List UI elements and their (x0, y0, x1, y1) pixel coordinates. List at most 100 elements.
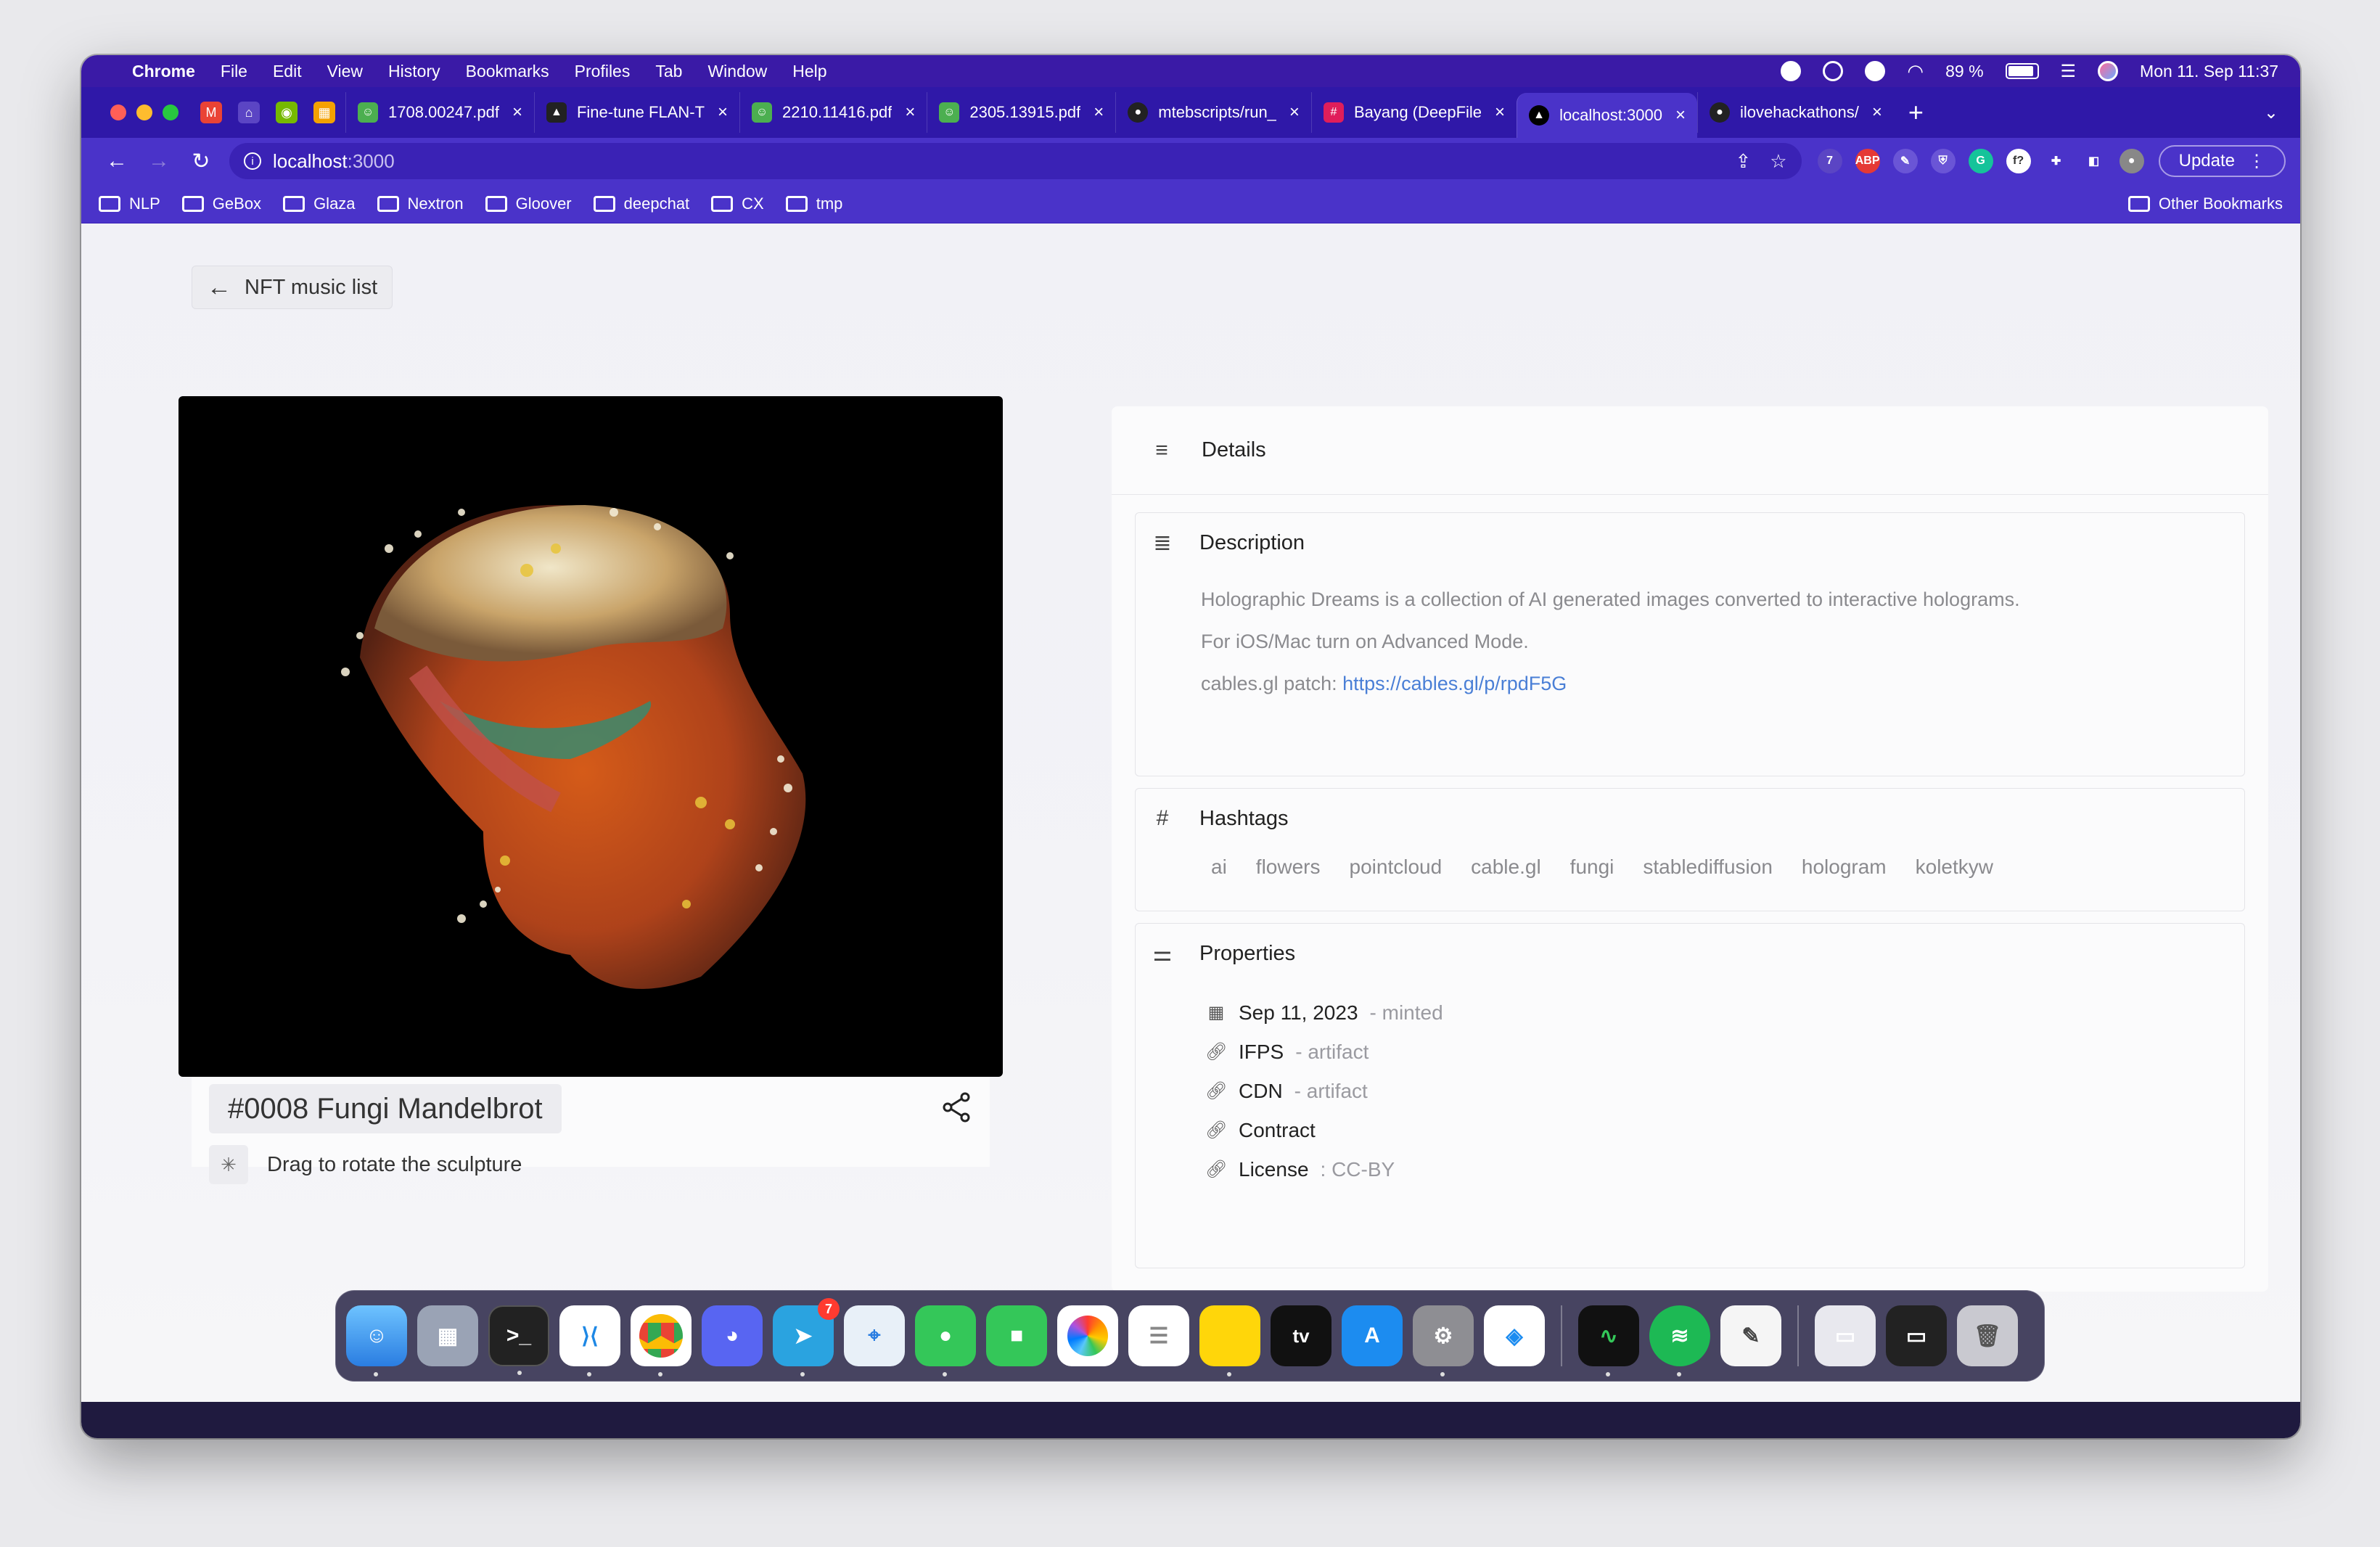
bookmark-folder-nlp[interactable]: NLP (99, 194, 160, 213)
bookmark-folder-deepchat[interactable]: deepchat (593, 194, 689, 213)
siri-icon[interactable] (2098, 61, 2119, 81)
tab-mteb[interactable]: ● mtebscripts/run_ × (1115, 92, 1311, 133)
system-settings-icon[interactable]: ⚙ (1413, 1305, 1474, 1376)
gmail-pinned-tab[interactable]: M (200, 102, 222, 123)
minimize-window-button[interactable] (136, 104, 152, 120)
new-tab-button[interactable]: + (1908, 97, 1924, 128)
hashtag-item[interactable]: ai (1211, 855, 1227, 879)
wifi-icon[interactable]: ◠ (1907, 60, 1924, 83)
discord-icon[interactable]: ◕ (702, 1305, 763, 1366)
menu-file[interactable]: File (221, 62, 247, 81)
tab-localhost[interactable]: ▲ localhost:3000 × (1517, 93, 1697, 138)
property-contract[interactable]: 🔗︎ Contract (1205, 1111, 1443, 1150)
menu-view[interactable]: View (327, 62, 363, 81)
tab-search-chevron-icon[interactable]: ⌄ (2264, 102, 2278, 123)
vscode-icon[interactable]: ⟩⟨ (559, 1305, 620, 1376)
hologram-viewer[interactable] (178, 396, 1003, 1077)
bookmark-star-icon[interactable]: ☆ (1770, 150, 1786, 173)
profile-avatar[interactable]: ● (2119, 149, 2144, 173)
pointcloud-sculpture[interactable] (178, 396, 1003, 1077)
reload-button[interactable]: ↻ (180, 149, 222, 174)
hashtag-item[interactable]: koletkyw (1916, 855, 1993, 879)
appstore-icon[interactable]: A (1342, 1305, 1403, 1366)
mail-pinned-tab[interactable]: ⌂ (238, 102, 260, 123)
minimized-window-icon[interactable]: ▭ (1815, 1305, 1876, 1366)
hashtag-item[interactable]: flowers (1256, 855, 1321, 879)
forward-nav-button[interactable]: → (138, 149, 180, 173)
record-icon[interactable] (1781, 61, 1802, 81)
bookmark-folder-cx[interactable]: CX (711, 194, 764, 213)
safari-icon[interactable]: ◈ (1484, 1305, 1545, 1366)
menu-chrome[interactable]: Chrome (132, 62, 195, 81)
back-to-list-button[interactable]: ← NFT music list (192, 266, 393, 309)
close-tab-icon[interactable]: × (512, 102, 522, 123)
close-tab-icon[interactable]: × (1093, 102, 1104, 123)
update-button[interactable]: Update ⋮ (2158, 145, 2286, 177)
shield-icon[interactable]: ⛨ (1930, 149, 1956, 173)
reminders-icon[interactable]: ☰ (1128, 1305, 1189, 1366)
close-tab-icon[interactable]: × (1289, 102, 1300, 123)
hashtag-item[interactable]: cable.gl (1471, 855, 1541, 879)
hashtag-item[interactable]: hologram (1802, 855, 1887, 879)
nvidia-pinned-tab[interactable]: ◉ (276, 102, 298, 123)
chatgpt-icon[interactable] (1865, 61, 1886, 81)
battery-icon[interactable] (2005, 63, 2039, 79)
close-window-button[interactable] (110, 104, 126, 120)
hashtag-item[interactable]: pointcloud (1350, 855, 1443, 879)
property-cdn[interactable]: 🔗︎ CDN - artifact (1205, 1072, 1443, 1111)
menu-bookmarks[interactable]: Bookmarks (466, 62, 549, 81)
close-tab-icon[interactable]: × (1675, 105, 1686, 126)
spotify-icon[interactable]: ≋ (1649, 1305, 1710, 1376)
menu-tab[interactable]: Tab (655, 62, 682, 81)
bookmark-folder-gebox[interactable]: GeBox (181, 194, 261, 213)
zoom-window-button[interactable] (163, 104, 178, 120)
menu-help[interactable]: Help (792, 62, 826, 81)
facetime-icon[interactable]: ■ (986, 1305, 1047, 1366)
close-tab-icon[interactable]: × (718, 102, 728, 123)
formula-extension-icon[interactable]: f? (2006, 149, 2031, 173)
sidepanel-icon[interactable]: ◧ (2082, 149, 2106, 173)
terminal-icon[interactable]: >_ (488, 1305, 549, 1375)
close-tab-icon[interactable]: × (1495, 102, 1505, 123)
bookmark-folder-nextron[interactable]: Nextron (377, 194, 464, 213)
more-menu-icon[interactable]: ⋮ (2248, 151, 2265, 172)
share-page-icon[interactable]: ⇪ (1736, 150, 1752, 173)
back-nav-button[interactable]: ← (96, 149, 138, 173)
messages-icon[interactable]: ● (915, 1305, 976, 1376)
minimized-window-icon[interactable]: ▭ (1886, 1305, 1947, 1366)
property-license[interactable]: 🔗︎ License: CC-BY (1205, 1150, 1443, 1189)
maps-icon[interactable]: ⌖ (844, 1305, 905, 1366)
close-tab-icon[interactable]: × (905, 102, 915, 123)
clock[interactable]: Mon 11. Sep 11:37 (2140, 62, 2278, 81)
share-icon[interactable] (939, 1090, 974, 1125)
chrome-icon[interactable] (631, 1305, 692, 1376)
address-bar[interactable]: i localhost:3000 ⇪ ☆ (229, 143, 1802, 179)
play-icon[interactable] (1823, 61, 1844, 81)
menu-edit[interactable]: Edit (273, 62, 302, 81)
tab-2305[interactable]: ☺ 2305.13915.pdf × (927, 92, 1115, 133)
trash-icon[interactable]: 🗑︎ (1957, 1305, 2018, 1366)
launchpad-icon[interactable]: ▦ (417, 1305, 478, 1366)
bookmark-folder-glaza[interactable]: Glaza (283, 194, 356, 213)
textedit-icon[interactable]: ✎ (1720, 1305, 1781, 1366)
adblock-icon[interactable]: ABP (1855, 149, 1880, 173)
hashtag-item[interactable]: fungi (1570, 855, 1614, 879)
telegram-icon[interactable]: ➤ 7 (773, 1298, 840, 1376)
close-tab-icon[interactable]: × (1872, 102, 1882, 123)
grammarly-icon[interactable]: G (1968, 149, 1993, 173)
slides-pinned-tab[interactable]: ▦ (313, 102, 335, 123)
bookmark-folder-tmp[interactable]: tmp (785, 194, 842, 213)
tab-ilovehackathons[interactable]: ● ilovehackathons/× (1696, 92, 1894, 133)
tab-bayang[interactable]: # Bayang (DeepFile × (1310, 92, 1517, 133)
menu-profiles[interactable]: Profiles (575, 62, 631, 81)
control-center-icon[interactable]: ☰ (2061, 61, 2077, 82)
photos-icon[interactable] (1057, 1305, 1118, 1366)
menu-window[interactable]: Window (707, 62, 767, 81)
extension-badge-icon[interactable]: 7 (1817, 149, 1842, 173)
tab-2210[interactable]: ☺ 2210.11416.pdf × (739, 92, 927, 133)
notes-icon[interactable] (1199, 1305, 1260, 1376)
tab-flan[interactable]: ▲ Fine-tune FLAN-T × (533, 92, 739, 133)
bookmark-folder-gloover[interactable]: Gloover (485, 194, 572, 213)
property-ifps[interactable]: 🔗︎ IFPS - artifact (1205, 1033, 1443, 1072)
site-info-icon[interactable]: i (244, 152, 261, 170)
